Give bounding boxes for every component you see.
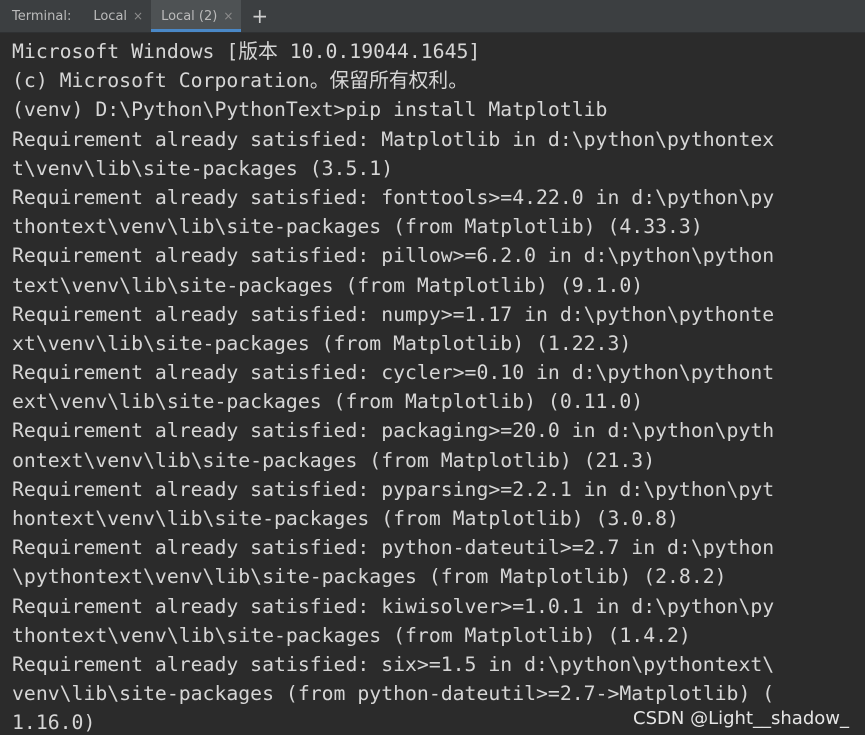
terminal-line: Requirement already satisfied: kiwisolve… <box>12 594 775 618</box>
close-icon[interactable]: × <box>223 9 233 23</box>
terminal-line: Requirement already satisfied: six>=1.5 … <box>12 652 775 676</box>
terminal-line: Requirement already satisfied: Matplotli… <box>12 127 775 151</box>
add-tab-button[interactable]: + <box>241 0 278 32</box>
terminal-line: thontext\venv\lib\site-packages (from Ma… <box>12 623 691 647</box>
tab-local-2[interactable]: Local (2) × <box>151 0 242 32</box>
terminal-line: Requirement already satisfied: packaging… <box>12 419 775 443</box>
tab-local[interactable]: Local × <box>83 0 151 32</box>
terminal-line: ontext\venv\lib\site-packages (from Matp… <box>12 448 656 472</box>
terminal-line: xt\venv\lib\site-packages (from Matplotl… <box>12 331 632 355</box>
terminal-line: Microsoft Windows [版本 10.0.19044.1645] <box>12 40 481 63</box>
terminal-line: Requirement already satisfied: python-da… <box>12 536 775 560</box>
watermark: CSDN @Light__shadow_ <box>633 708 849 729</box>
terminal-line: Requirement already satisfied: numpy>=1.… <box>12 302 775 326</box>
terminal-line: Requirement already satisfied: fonttools… <box>12 185 775 209</box>
terminal-window: Terminal: Local × Local (2) × + Microsof… <box>0 0 865 735</box>
tab-local-label: Local <box>93 8 128 24</box>
terminal-line: hontext\venv\lib\site-packages (from Mat… <box>12 507 679 530</box>
close-icon[interactable]: × <box>133 9 143 23</box>
terminal-tool-title: Terminal: <box>12 8 72 24</box>
terminal-line: t\venv\lib\site-packages (3.5.1) <box>12 156 394 180</box>
terminal-line: (venv) D:\Python\PythonText>pip install … <box>12 98 608 122</box>
terminal-line: text\venv\lib\site-packages (from Matplo… <box>12 273 644 297</box>
plus-icon: + <box>251 4 269 28</box>
terminal-line: (c) Microsoft Corporation。保留所有权利。 <box>12 69 468 93</box>
terminal-line: ext\venv\lib\site-packages (from Matplot… <box>12 390 644 414</box>
terminal-line: Requirement already satisfied: pillow>=6… <box>12 244 775 268</box>
terminal-line: thontext\venv\lib\site-packages (from Ma… <box>12 215 703 239</box>
terminal-line: Requirement already satisfied: cycler>=0… <box>12 361 775 385</box>
terminal-output[interactable]: Microsoft Windows [版本 10.0.19044.1645] (c… <box>0 33 865 735</box>
terminal-tabbar: Terminal: Local × Local (2) × + <box>0 0 865 33</box>
terminal-line: Requirement already satisfied: pyparsing… <box>12 477 775 501</box>
terminal-line: venv\lib\site-packages (from python-date… <box>12 682 775 706</box>
terminal-line: \pythontext\venv\lib\site-packages (from… <box>12 565 727 589</box>
tab-local-2-label: Local (2) <box>161 8 218 24</box>
